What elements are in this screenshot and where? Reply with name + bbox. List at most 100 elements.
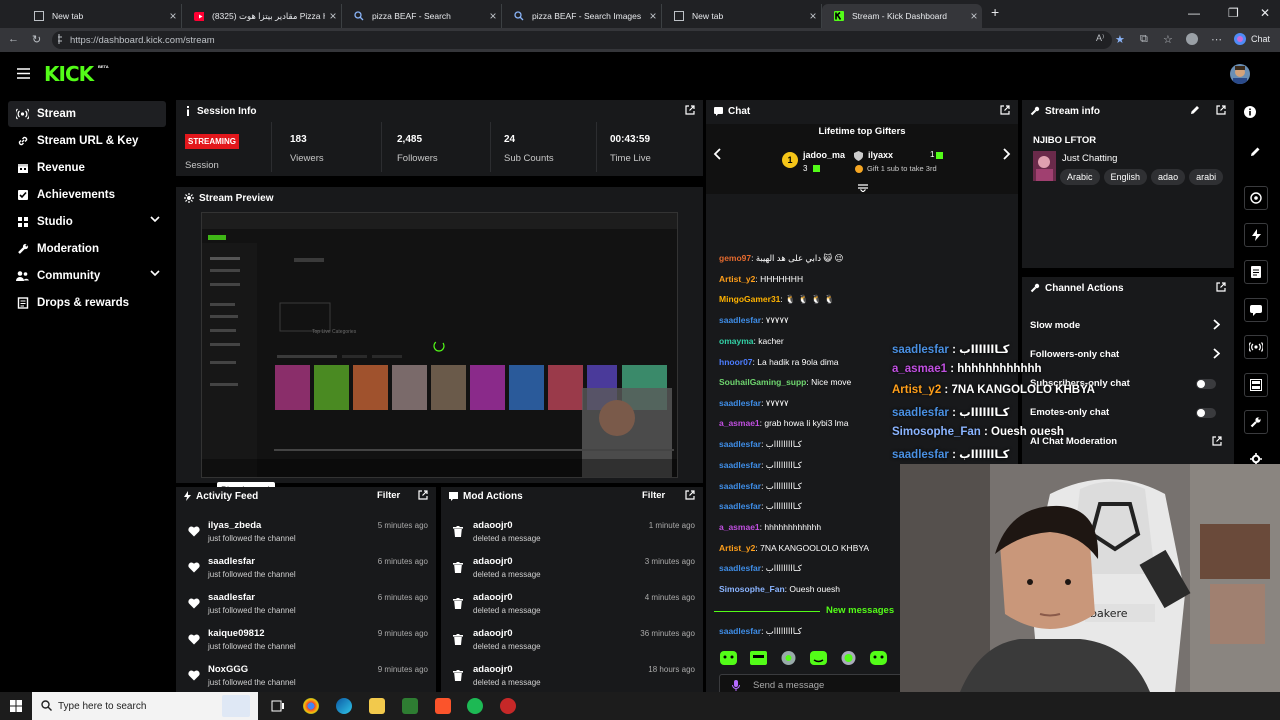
site-info-icon[interactable]: [58, 34, 66, 44]
chevron-right-icon[interactable]: [1213, 319, 1220, 330]
rail-button-broadcast[interactable]: [1244, 335, 1268, 359]
rail-button-wrench[interactable]: [1244, 410, 1268, 434]
chat-username[interactable]: hnoor07: [719, 357, 753, 367]
sidebar-item-drops-rewards[interactable]: Drops & rewards: [8, 290, 166, 316]
kick-logo[interactable]: KICK: [44, 62, 94, 86]
chat-username[interactable]: Artist_y2: [719, 274, 755, 284]
edge-icon[interactable]: [336, 698, 352, 714]
rail-button-lightning[interactable]: [1244, 223, 1268, 247]
close-tab-icon[interactable]: ×: [805, 9, 821, 23]
extensions-icon[interactable]: ⧉: [1140, 33, 1148, 46]
copilot-chat-button[interactable]: Chat: [1234, 33, 1270, 45]
pencil-icon[interactable]: [1250, 146, 1261, 157]
rail-button-document[interactable]: [1244, 260, 1268, 284]
tag[interactable]: arabi: [1189, 169, 1224, 185]
file-explorer-icon[interactable]: [369, 698, 385, 714]
chat-username[interactable]: a_asmae1: [719, 418, 760, 428]
chrome-icon[interactable]: [303, 698, 319, 714]
minimize-icon[interactable]: —: [1188, 6, 1200, 20]
browser-tab[interactable]: (8325) مقادير بيتزا هوت Pizza Hut ×: [182, 4, 342, 28]
filter-button[interactable]: Filter: [642, 490, 665, 501]
chat-username[interactable]: saadlesfar: [719, 439, 761, 449]
reload-icon[interactable]: ↻: [32, 33, 41, 46]
profile-icon[interactable]: [1186, 33, 1198, 45]
task-view-icon[interactable]: [270, 698, 286, 714]
popout-icon[interactable]: [1212, 436, 1222, 446]
emote-icon[interactable]: [750, 651, 767, 665]
app-icon[interactable]: [500, 698, 516, 714]
sidebar-item-stream[interactable]: Stream: [8, 101, 166, 127]
emotes-only-toggle[interactable]: [1196, 408, 1216, 418]
emote-icon[interactable]: [780, 651, 797, 665]
tag[interactable]: adao: [1151, 169, 1186, 185]
info-circle-icon[interactable]: [1244, 106, 1256, 118]
chat-username[interactable]: saadlesfar: [719, 460, 761, 470]
popout-icon[interactable]: [1216, 282, 1226, 292]
spotify-icon[interactable]: [467, 698, 483, 714]
sidebar-item-moderation[interactable]: Moderation: [8, 236, 166, 262]
collapse-icon[interactable]: [858, 184, 868, 192]
close-tab-icon[interactable]: ×: [325, 9, 341, 23]
chevron-left-icon[interactable]: [713, 148, 721, 160]
rail-button-chat[interactable]: [1244, 298, 1268, 322]
tag[interactable]: English: [1103, 169, 1148, 185]
sidebar-item-community[interactable]: Community: [8, 263, 166, 289]
chat-username[interactable]: gemo97: [719, 253, 751, 263]
store-icon[interactable]: [402, 698, 418, 714]
sidebar-item-stream-url-key[interactable]: Stream URL & Key: [8, 128, 166, 154]
chevron-down-icon[interactable]: [150, 216, 160, 222]
close-tab-icon[interactable]: ×: [485, 9, 501, 23]
restore-icon[interactable]: ❐: [1228, 6, 1239, 20]
rail-button-layout[interactable]: [1244, 373, 1268, 397]
popout-icon[interactable]: [418, 490, 428, 500]
hamburger-menu-icon[interactable]: [17, 68, 30, 79]
more-menu-icon[interactable]: ⋯: [1211, 33, 1222, 46]
browser-tab-active[interactable]: Stream - Kick Dashboard ×: [822, 4, 982, 28]
chat-username[interactable]: saadlesfar: [719, 315, 761, 325]
close-tab-icon[interactable]: ×: [645, 9, 661, 23]
chat-username[interactable]: saadlesfar: [719, 501, 761, 511]
popout-icon[interactable]: [1216, 105, 1226, 115]
chevron-down-icon[interactable]: [150, 270, 160, 276]
emote-icon[interactable]: [840, 651, 857, 665]
brave-icon[interactable]: [435, 698, 451, 714]
chat-username[interactable]: Simosophe_Fan: [719, 584, 785, 594]
emote-icon[interactable]: [810, 651, 827, 665]
favorites-icon[interactable]: ☆: [1163, 33, 1173, 46]
microphone-icon[interactable]: [732, 680, 740, 691]
popout-icon[interactable]: [685, 105, 695, 115]
chat-username[interactable]: MingoGamer31: [719, 294, 780, 304]
filter-button[interactable]: Filter: [377, 490, 400, 501]
chat-username[interactable]: omayma: [719, 336, 754, 346]
avatar[interactable]: [1230, 64, 1250, 84]
taskbar-search[interactable]: Type here to search: [32, 692, 258, 720]
popout-icon[interactable]: [1000, 105, 1010, 115]
favorite-star-icon[interactable]: ★: [1115, 33, 1125, 46]
browser-tab[interactable]: pizza BEAF - Search Images ×: [502, 4, 662, 28]
tag[interactable]: Arabic: [1060, 169, 1100, 185]
followers-only-row[interactable]: Followers-only chat: [1030, 345, 1226, 367]
edit-pencil-icon[interactable]: [1190, 105, 1200, 115]
subscribers-only-toggle[interactable]: [1196, 379, 1216, 389]
new-tab-icon[interactable]: +: [991, 4, 999, 20]
back-icon[interactable]: ←: [8, 33, 19, 45]
video-player[interactable]: Top Live Categories: [201, 212, 678, 478]
sidebar-item-achievements[interactable]: Achievements: [8, 182, 166, 208]
close-tab-icon[interactable]: ×: [966, 9, 982, 23]
emotes-only-row[interactable]: Emotes-only chat: [1030, 403, 1226, 425]
browser-tab[interactable]: pizza BEAF - Search ×: [342, 4, 502, 28]
popout-icon[interactable]: [685, 490, 695, 500]
close-tab-icon[interactable]: ×: [165, 9, 181, 23]
chevron-right-icon[interactable]: [1213, 348, 1220, 359]
rail-button-camera[interactable]: [1244, 186, 1268, 210]
chat-username[interactable]: SouhailGaming_supp: [719, 377, 806, 387]
chevron-right-icon[interactable]: [1003, 148, 1011, 160]
chat-username[interactable]: saadlesfar: [719, 481, 761, 491]
chat-username[interactable]: saadlesfar: [719, 398, 761, 408]
browser-tab[interactable]: New tab ×: [22, 4, 182, 28]
windows-start-icon[interactable]: [10, 700, 22, 712]
emote-icon[interactable]: [870, 651, 887, 665]
close-window-icon[interactable]: ✕: [1260, 6, 1270, 20]
chat-username[interactable]: a_asmae1: [719, 522, 760, 532]
sidebar-item-studio[interactable]: Studio: [8, 209, 166, 235]
